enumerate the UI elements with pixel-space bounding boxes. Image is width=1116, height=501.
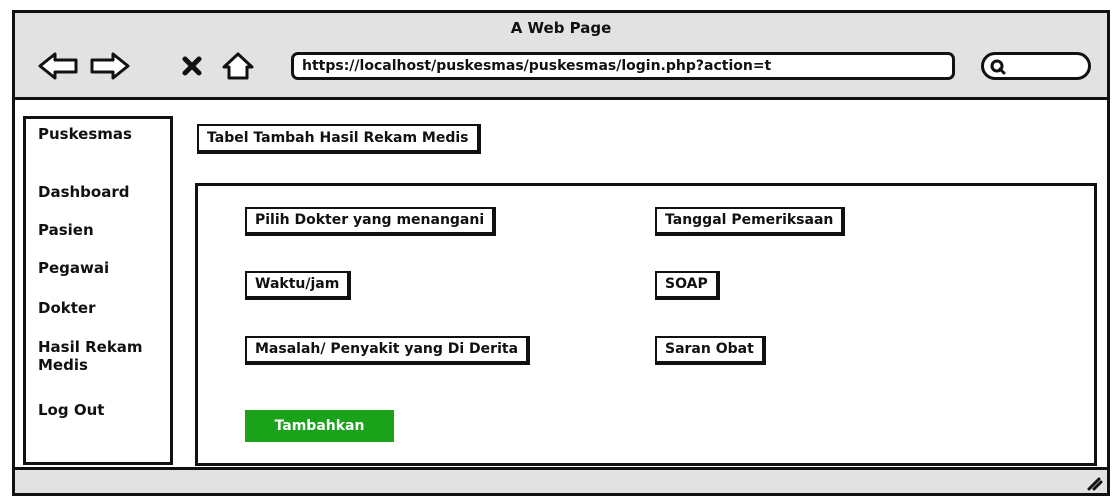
sidebar-item-dokter[interactable]: Dokter xyxy=(38,299,95,317)
sidebar-item-log-out[interactable]: Log Out xyxy=(38,401,104,419)
sidebar-item-pegawai[interactable]: Pegawai xyxy=(38,259,109,277)
page-title: Tabel Tambah Hasil Rekam Medis xyxy=(197,124,481,154)
search-input[interactable] xyxy=(981,52,1091,80)
search-icon xyxy=(990,59,1006,75)
resize-grip-icon[interactable] xyxy=(1083,473,1103,491)
sidebar-item-dashboard[interactable]: Dashboard xyxy=(38,183,129,201)
url-input[interactable]: https://localhost/puskesmas/puskesmas/lo… xyxy=(291,52,955,80)
medicine-advice-field[interactable]: Saran Obat xyxy=(655,336,766,365)
sidebar-item-pasien[interactable]: Pasien xyxy=(38,221,94,239)
illness-field[interactable]: Masalah/ Penyakit yang Di Derita xyxy=(245,336,531,365)
doctor-select-field[interactable]: Pilih Dokter yang menangani xyxy=(245,207,497,236)
browser-window: A Web Page https://localhost/puskesmas/p… xyxy=(12,10,1110,496)
time-field[interactable]: Waktu/jam xyxy=(245,271,352,300)
forward-arrow-icon[interactable] xyxy=(89,51,131,81)
sidebar: Puskesmas Dashboard Pasien Pegawai Dokte… xyxy=(23,116,173,465)
home-icon[interactable] xyxy=(221,51,255,81)
browser-title-bar: A Web Page https://localhost/puskesmas/p… xyxy=(15,13,1107,100)
status-bar xyxy=(15,467,1107,493)
soap-field[interactable]: SOAP xyxy=(655,271,720,300)
sidebar-item-hasil-rekam-medis[interactable]: Hasil Rekam Medis xyxy=(38,338,158,374)
sidebar-title: Puskesmas xyxy=(38,125,132,143)
back-arrow-icon[interactable] xyxy=(37,51,79,81)
close-icon[interactable] xyxy=(181,55,203,77)
exam-date-field[interactable]: Tanggal Pemeriksaan xyxy=(655,207,846,236)
window-title: A Web Page xyxy=(510,19,612,37)
add-button[interactable]: Tambahkan xyxy=(245,410,394,442)
